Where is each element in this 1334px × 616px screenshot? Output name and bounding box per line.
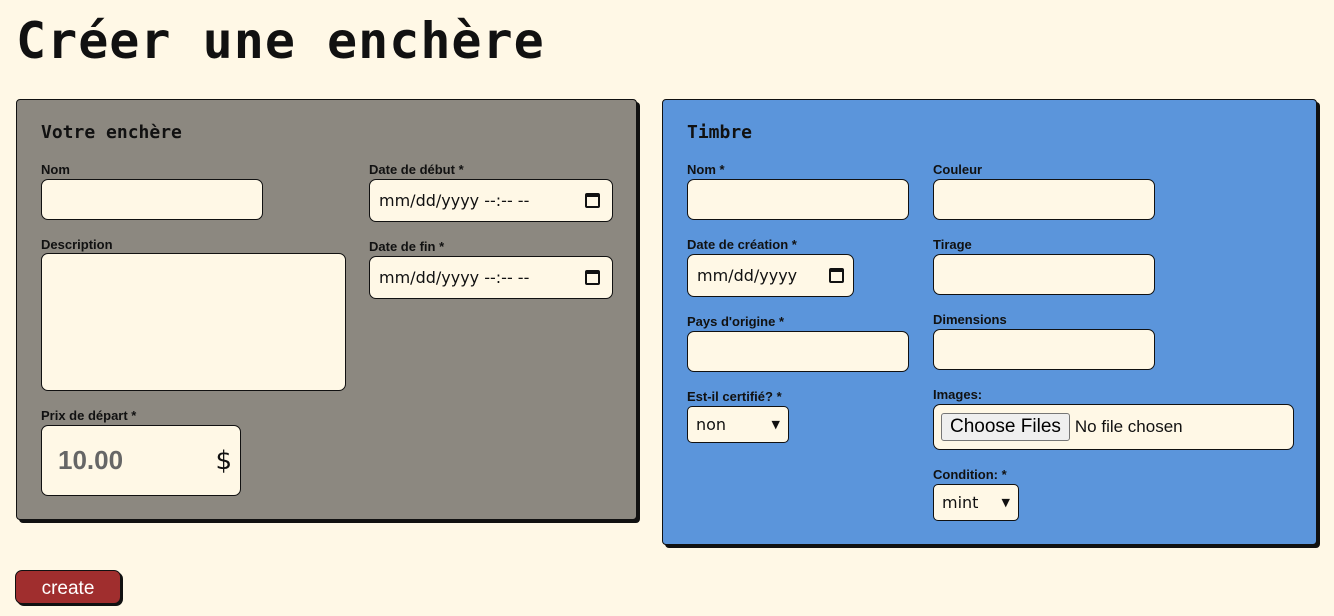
print-run-input[interactable] xyxy=(933,254,1155,295)
certified-label: Est-il certifié? * xyxy=(687,389,782,404)
color-input[interactable] xyxy=(933,179,1155,220)
auction-panel: Votre enchère Nom Description Prix de dé… xyxy=(16,99,637,520)
description-label: Description xyxy=(41,237,113,252)
end-date-input[interactable]: mm/dd/yyyy --:-- -- xyxy=(369,256,613,299)
creation-date-input[interactable]: mm/dd/yyyy xyxy=(687,254,854,297)
images-file-input[interactable]: Choose Files No file chosen xyxy=(933,404,1294,450)
stamp-name-input[interactable] xyxy=(687,179,909,220)
chevron-down-icon: ▼ xyxy=(1001,496,1010,509)
price-label: Prix de départ * xyxy=(41,408,137,423)
chevron-down-icon: ▼ xyxy=(771,418,780,431)
certified-value: non xyxy=(696,415,727,434)
end-date-label: Date de fin * xyxy=(369,239,445,254)
start-date-input[interactable]: mm/dd/yyyy --:-- -- xyxy=(369,179,613,222)
currency-symbol: $ xyxy=(215,445,232,476)
condition-value: mint xyxy=(942,493,979,512)
origin-label: Pays d'origine * xyxy=(687,314,785,329)
color-label: Couleur xyxy=(933,162,983,177)
auction-name-input[interactable] xyxy=(41,179,263,220)
calendar-icon[interactable] xyxy=(585,270,600,285)
certified-select[interactable]: non ▼ xyxy=(687,406,789,443)
auction-panel-title: Votre enchère xyxy=(41,122,182,143)
creation-date-placeholder: mm/dd/yyyy xyxy=(697,266,798,285)
auction-name-label: Nom xyxy=(41,162,70,177)
origin-input[interactable] xyxy=(687,331,909,372)
end-date-placeholder: mm/dd/yyyy --:-- -- xyxy=(379,268,530,287)
price-input[interactable]: 10.00 $ xyxy=(41,425,241,496)
description-textarea[interactable] xyxy=(41,253,346,391)
creation-date-label: Date de création * xyxy=(687,237,797,252)
print-run-label: Tirage xyxy=(933,237,972,252)
stamp-name-label: Nom * xyxy=(687,162,725,177)
images-label: Images: xyxy=(933,387,983,402)
page-title: Créer une enchère xyxy=(16,12,545,70)
create-button[interactable]: create xyxy=(15,570,121,604)
dimensions-input[interactable] xyxy=(933,329,1155,370)
stamp-panel: Timbre Nom * Date de création * mm/dd/yy… xyxy=(662,99,1317,545)
start-date-label: Date de début * xyxy=(369,162,464,177)
choose-files-button[interactable]: Choose Files xyxy=(941,413,1070,441)
dimensions-label: Dimensions xyxy=(933,312,1007,327)
calendar-icon[interactable] xyxy=(829,268,844,283)
condition-select[interactable]: mint ▼ xyxy=(933,484,1019,521)
price-value: 10.00 xyxy=(58,445,124,475)
condition-label: Condition: * xyxy=(933,467,1007,482)
start-date-placeholder: mm/dd/yyyy --:-- -- xyxy=(379,191,530,210)
calendar-icon[interactable] xyxy=(585,193,600,208)
stamp-panel-title: Timbre xyxy=(687,122,753,143)
no-file-chosen-text: No file chosen xyxy=(1074,417,1183,436)
